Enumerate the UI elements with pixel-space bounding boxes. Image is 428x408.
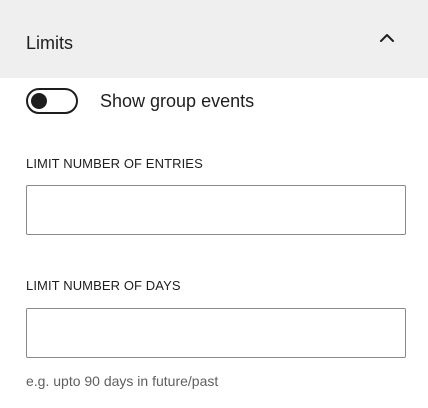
toggle-knob xyxy=(31,93,47,109)
limit-days-input[interactable] xyxy=(26,308,406,358)
limit-entries-input[interactable] xyxy=(26,185,406,235)
limit-entries-label: LIMIT NUMBER OF ENTRIES xyxy=(26,156,203,171)
section-title: Limits xyxy=(26,33,74,53)
show-group-events-toggle-row[interactable]: Show group events xyxy=(26,86,406,118)
chevron-up-icon[interactable] xyxy=(378,31,396,45)
limits-panel: Limits Show group events LIMIT NUMBER OF… xyxy=(0,0,428,408)
limit-days-hint: e.g. upto 90 days in future/past xyxy=(26,373,219,389)
toggle-label: Show group events xyxy=(100,91,255,111)
limit-days-label: LIMIT NUMBER OF DAYS xyxy=(26,278,181,293)
show-group-events-toggle[interactable] xyxy=(26,88,78,114)
limits-section-header[interactable]: Limits xyxy=(0,0,428,78)
